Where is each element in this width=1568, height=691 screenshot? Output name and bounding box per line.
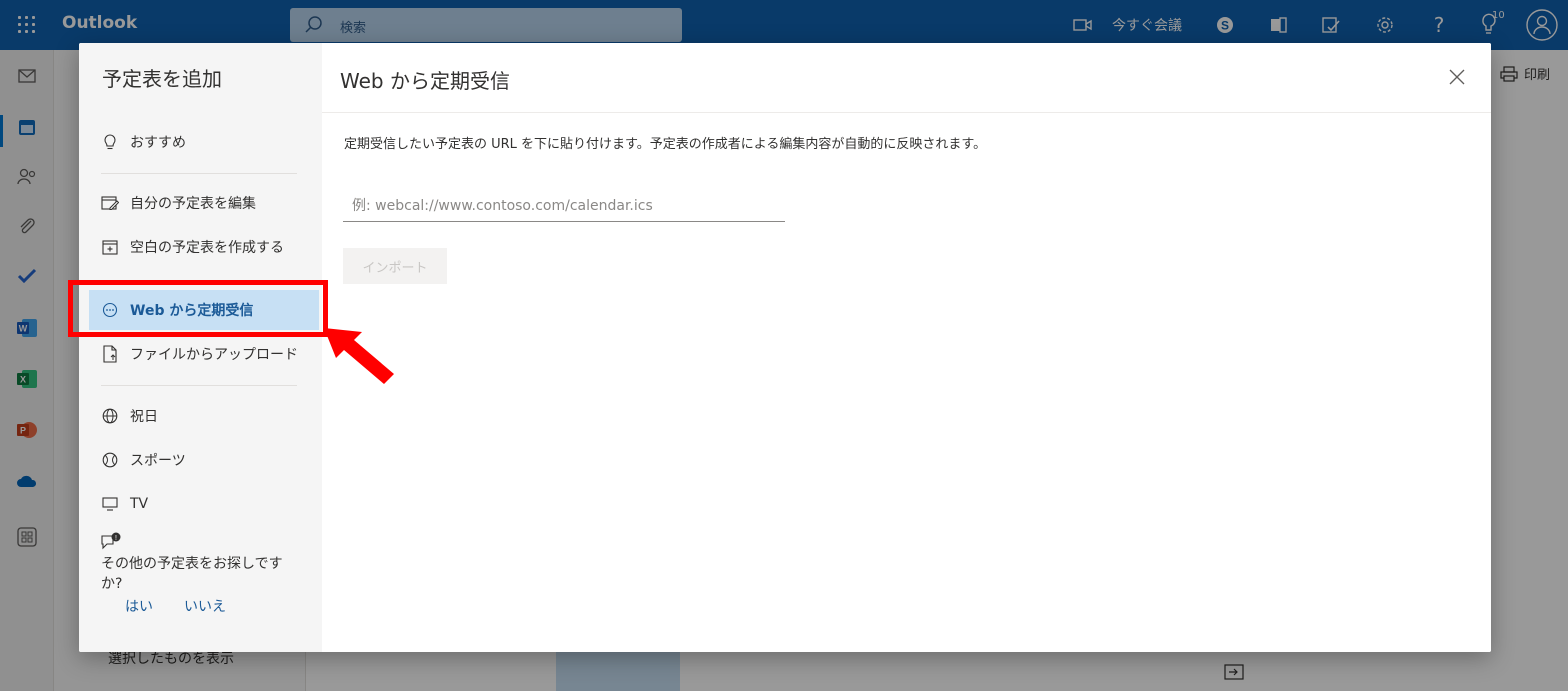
lightbulb-icon <box>101 133 119 151</box>
nav-item-sports[interactable]: スポーツ <box>89 440 319 480</box>
nav-item-label: スポーツ <box>130 453 186 469</box>
annotation-highlight-box <box>68 280 328 337</box>
edit-calendar-icon <box>101 194 119 212</box>
feedback-question-icon: ! <box>101 532 121 550</box>
dialog-body: Web から定期受信 定期受信したい予定表の URL を下に貼り付けます。予定表… <box>322 43 1491 652</box>
nav-item-holidays[interactable]: 祝日 <box>89 396 319 436</box>
nav-item-edit-calendar[interactable]: 自分の予定表を編集 <box>89 183 319 223</box>
yes-link[interactable]: はい <box>125 596 153 616</box>
nav-item-label: ファイルからアップロード <box>130 347 298 363</box>
globe-icon <box>101 407 119 425</box>
nav-item-label: 自分の予定表を編集 <box>130 196 256 212</box>
tv-icon <box>101 495 119 513</box>
close-icon[interactable] <box>1447 67 1467 87</box>
more-calendars-question: その他の予定表をお探しですか? <box>101 556 283 592</box>
add-calendar-dialog: 予定表を追加 おすすめ 自分の予定表を編集 空白の予定表を作成する Web から… <box>79 43 1491 652</box>
nav-item-label: TV <box>130 496 149 512</box>
dialog-header: Web から定期受信 <box>322 43 1491 113</box>
add-calendar-icon <box>101 238 119 256</box>
nav-item-blank-calendar[interactable]: 空白の予定表を作成する <box>89 227 319 267</box>
svg-text:!: ! <box>115 535 117 542</box>
calendar-url-input[interactable] <box>343 190 785 222</box>
nav-item-label: おすすめ <box>130 135 186 151</box>
nav-item-tv[interactable]: TV <box>89 484 319 524</box>
import-button[interactable]: インポート <box>343 248 447 284</box>
nav-item-upload-file[interactable]: ファイルからアップロード <box>89 334 319 374</box>
sports-icon <box>101 451 119 469</box>
dialog-title: Web から定期受信 <box>340 69 510 93</box>
no-link[interactable]: いいえ <box>184 596 226 616</box>
nav-divider <box>101 173 297 174</box>
nav-divider <box>101 385 297 386</box>
dialog-nav: 予定表を追加 おすすめ 自分の予定表を編集 空白の予定表を作成する Web から… <box>79 43 322 652</box>
upload-file-icon <box>101 345 119 363</box>
annotation-arrow-icon <box>324 328 394 384</box>
dialog-nav-title: 予定表を追加 <box>102 67 222 91</box>
nav-item-label: 空白の予定表を作成する <box>130 240 284 256</box>
nav-item-label: 祝日 <box>130 409 158 425</box>
dialog-description: 定期受信したい予定表の URL を下に貼り付けます。予定表の作成者による編集内容… <box>344 137 987 152</box>
nav-item-suggested[interactable]: おすすめ <box>89 122 319 162</box>
